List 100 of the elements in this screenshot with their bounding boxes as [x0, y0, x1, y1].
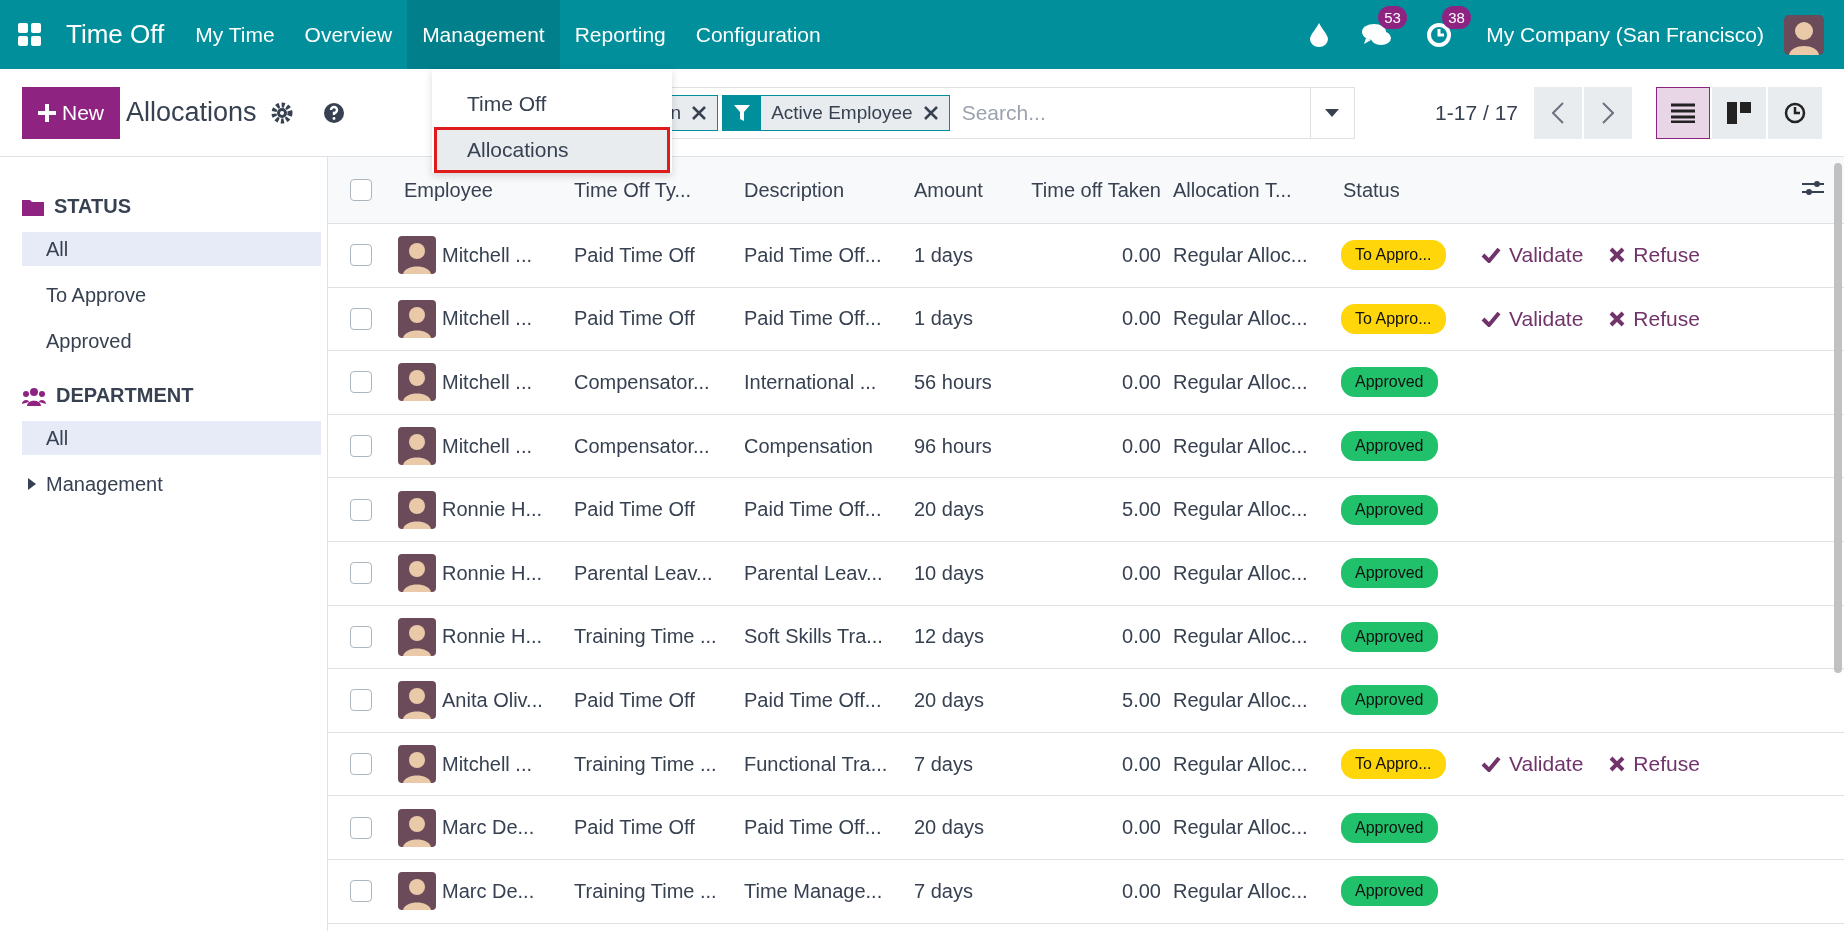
- next-button[interactable]: [1584, 86, 1632, 139]
- table-cell-text: Regular Alloc...: [1172, 816, 1309, 840]
- check-icon: [1481, 247, 1501, 264]
- clock-icon[interactable]: [1426, 21, 1453, 48]
- caret-icon[interactable]: [28, 478, 36, 490]
- kanban-icon: [1727, 101, 1751, 124]
- avatar-icon: [398, 745, 436, 784]
- list-view-button[interactable]: [1656, 86, 1710, 139]
- avatar-icon: [398, 363, 436, 402]
- filter-item[interactable]: All: [22, 232, 321, 266]
- kanban-view-button[interactable]: [1712, 86, 1766, 139]
- help-icon[interactable]: [322, 101, 345, 124]
- table-cell-text: 0.00: [1121, 434, 1162, 458]
- table-cell-text: 7 days: [913, 879, 974, 903]
- status-label: Approved: [1341, 558, 1438, 589]
- table-cell-text: 0.00: [1121, 816, 1162, 840]
- column-header[interactable]: Time Off Ty...: [568, 178, 738, 202]
- filter-item[interactable]: To Approve: [22, 278, 321, 312]
- check-icon: [1481, 756, 1501, 773]
- nav-menu-item[interactable]: My Time: [180, 0, 290, 69]
- checkbox[interactable]: [350, 880, 372, 903]
- status-label: Approved: [1341, 621, 1438, 652]
- table-cell-text: Regular Alloc...: [1172, 307, 1309, 331]
- validate-button[interactable]: Validate: [1481, 306, 1584, 331]
- checkbox[interactable]: [350, 816, 372, 839]
- activity-view-button[interactable]: [1768, 86, 1822, 139]
- nav-menu-item[interactable]: Reporting: [559, 0, 681, 69]
- table-cell-text: 7 days: [913, 752, 974, 776]
- table-cell-text: International ...: [743, 371, 878, 394]
- nav-menu-item[interactable]: Management: [407, 0, 560, 69]
- folder-icon: [22, 197, 44, 216]
- validate-button[interactable]: Validate: [1481, 243, 1584, 268]
- settings-icon[interactable]: [270, 101, 293, 124]
- refuse-button[interactable]: Refuse: [1609, 306, 1700, 331]
- chat-icon[interactable]: [1362, 21, 1393, 48]
- checkbox[interactable]: [350, 625, 372, 648]
- company-name[interactable]: My Company (San Francisco): [1486, 22, 1764, 47]
- status-label: Approved: [1341, 812, 1438, 843]
- refuse-button[interactable]: Refuse: [1609, 243, 1700, 268]
- refuse-button[interactable]: Refuse: [1609, 752, 1700, 777]
- checkbox[interactable]: [350, 179, 372, 201]
- checkbox[interactable]: [350, 498, 372, 521]
- droplet-icon[interactable]: [1310, 22, 1329, 47]
- checkbox[interactable]: [350, 562, 372, 585]
- table-cell: Ronnie H...: [442, 561, 543, 585]
- table-cell-text: 0.00: [1121, 561, 1162, 585]
- filter-item[interactable]: Management: [22, 467, 321, 501]
- table-cell-text: 12 days: [913, 625, 986, 649]
- checkbox[interactable]: [350, 435, 372, 458]
- table-cell-text: 0.00: [1121, 243, 1162, 267]
- avatar-icon: [398, 681, 436, 720]
- table-cell-text: Regular Alloc...: [1172, 243, 1309, 267]
- table-cell-text: Soft Skills Tra...: [743, 625, 884, 649]
- table-cell-text: 20 days: [913, 498, 986, 522]
- checkbox[interactable]: [350, 371, 372, 394]
- clock-icon: [1784, 101, 1806, 124]
- search-facet[interactable]: Active Employee: [722, 94, 950, 131]
- column-header[interactable]: Allocation T...: [1167, 178, 1337, 202]
- table-cell-text: 56 hours: [913, 371, 993, 394]
- pager-value[interactable]: 1-17 / 17: [1435, 100, 1518, 125]
- column-header[interactable]: Time off Taken: [1012, 178, 1167, 202]
- avatar-icon: [398, 490, 436, 529]
- table-cell-text: Paid Time Off...: [743, 243, 883, 267]
- checkbox[interactable]: [350, 689, 372, 712]
- previous-button[interactable]: [1534, 86, 1582, 139]
- status-label: Approved: [1341, 876, 1438, 907]
- nav-menu-item[interactable]: Configuration: [680, 0, 836, 69]
- check-icon: [1481, 310, 1501, 327]
- checkbox[interactable]: [350, 307, 372, 330]
- validate-button[interactable]: Validate: [1481, 752, 1584, 777]
- column-header[interactable]: Amount: [908, 178, 1012, 202]
- table-cell-text: Regular Alloc...: [1172, 498, 1309, 522]
- table-cell-text: Regular Alloc...: [1172, 752, 1309, 776]
- app-title[interactable]: Time Off: [66, 19, 165, 50]
- table-cell-text: Compensation: [743, 434, 874, 458]
- column-header[interactable]: Description: [738, 178, 908, 202]
- apps-menu-icon[interactable]: [18, 22, 42, 47]
- column-header[interactable]: Status: [1337, 178, 1457, 202]
- filter-item[interactable]: All: [22, 421, 321, 455]
- checkbox[interactable]: [350, 753, 372, 776]
- table-cell-text: 10 days: [913, 561, 986, 585]
- nav-menu-item[interactable]: Overview: [289, 0, 408, 69]
- table-cell-text: 0.00: [1121, 752, 1162, 776]
- table-cell-text: Paid Time Off: [573, 498, 696, 522]
- table-cell-text: 5.00: [1121, 688, 1162, 712]
- close-icon: [1609, 247, 1626, 264]
- table-cell-text: Regular Alloc...: [1172, 688, 1309, 712]
- status-label: To Appro...: [1341, 303, 1446, 334]
- notification-badge: 38: [1442, 5, 1471, 29]
- scrollbar[interactable]: [1834, 163, 1842, 673]
- new-button[interactable]: New: [22, 86, 120, 139]
- avatar-icon: [398, 427, 436, 466]
- close-icon[interactable]: [691, 104, 708, 121]
- dropdown-item[interactable]: Allocations: [434, 127, 670, 173]
- table-cell: Mitchell ...: [442, 752, 533, 776]
- filter-item[interactable]: Approved: [22, 324, 321, 358]
- column-header[interactable]: Employee: [398, 178, 568, 202]
- checkbox[interactable]: [350, 244, 372, 267]
- user-avatar[interactable]: [1784, 14, 1824, 55]
- close-icon[interactable]: [922, 104, 939, 121]
